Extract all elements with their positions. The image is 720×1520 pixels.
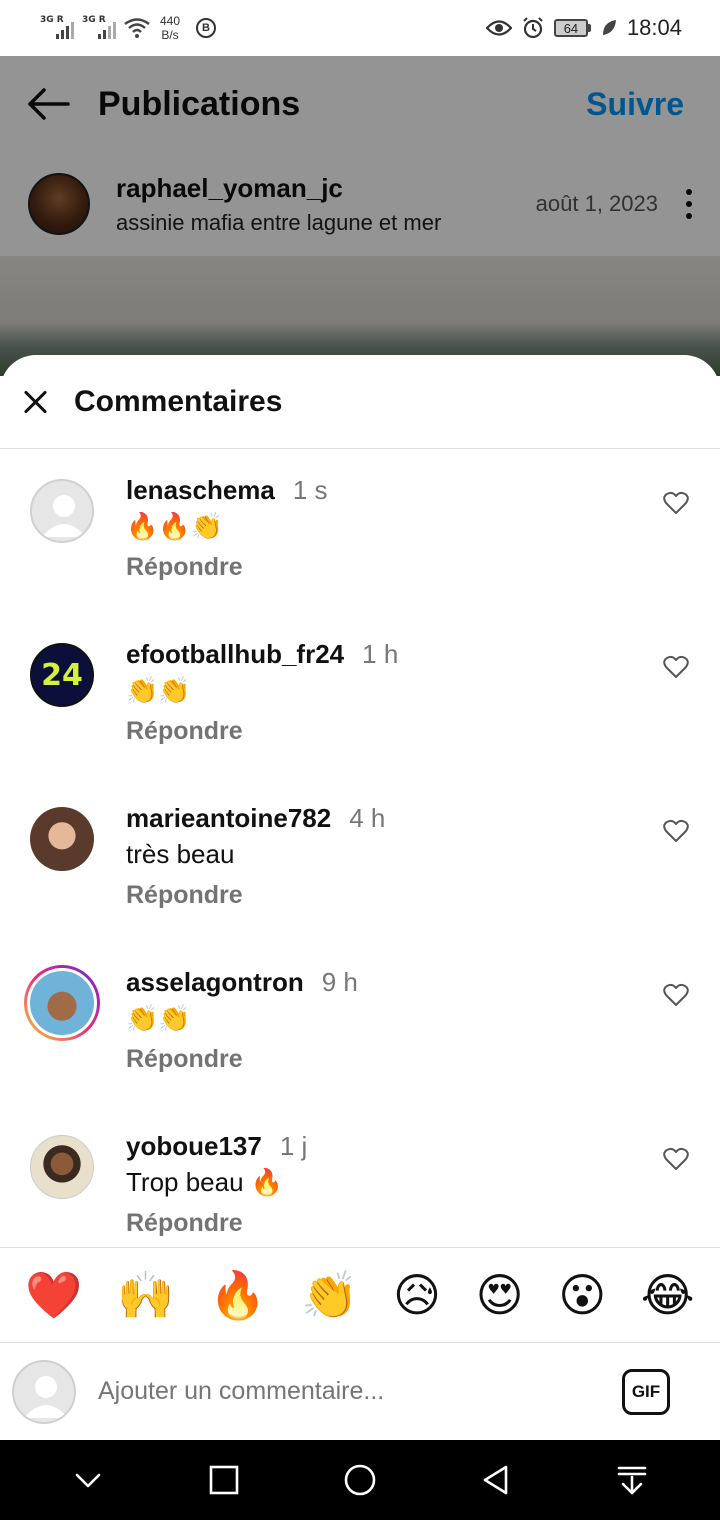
nav-back-icon[interactable] [479, 1463, 513, 1497]
reply-button[interactable]: Répondre [126, 717, 243, 746]
comment-text: Trop beau 🔥 [126, 1167, 284, 1197]
nav-home-icon[interactable] [343, 1463, 377, 1497]
comment-time: 1 h [362, 639, 399, 669]
battery-icon: 64 [553, 19, 591, 37]
heart-outline-icon[interactable] [663, 491, 689, 515]
comment-time: 1 j [279, 1131, 308, 1161]
avatar[interactable] [30, 1135, 94, 1199]
avatar [12, 1359, 76, 1424]
comment-time: 9 h [321, 967, 358, 997]
signal-icon: 3G R [82, 15, 116, 39]
comment-text: 👏👏 [126, 675, 191, 705]
system-nav-bar [0, 1440, 720, 1520]
comment-username[interactable]: lenaschema 1 s [126, 475, 328, 506]
alarm-icon [523, 17, 543, 39]
sheet-header: Commentaires [0, 355, 720, 449]
comment-username[interactable]: marieantoine782 4 h [126, 803, 385, 834]
comment-text: 👏👏 [126, 1003, 191, 1033]
signal-icon: 3G R [40, 15, 74, 39]
emoji-quick-bar: ❤️ 🙌 🔥 👏 😥 😍 😮 😂 [0, 1247, 720, 1343]
leaf-icon [602, 20, 616, 35]
comment-time: 1 s [292, 475, 328, 505]
comment-username[interactable]: efootballhub_fr24 1 h [126, 639, 398, 670]
comment-composer: GIF [0, 1343, 720, 1440]
comment-time: 4 h [349, 803, 386, 833]
heart-outline-icon[interactable] [663, 1147, 689, 1171]
avatar[interactable] [30, 479, 94, 543]
emoji-clap[interactable]: 👏 [301, 1272, 358, 1318]
reply-button[interactable]: Répondre [126, 1209, 243, 1238]
dim-overlay[interactable] [0, 56, 720, 376]
heart-outline-icon[interactable] [663, 983, 689, 1007]
emoji-surprised[interactable]: 😮 [558, 1272, 606, 1318]
emoji-heart-eyes[interactable]: 😍 [476, 1272, 524, 1318]
comments-list[interactable]: lenaschema 1 s 🔥🔥👏 Répondre 24 efootballh… [0, 449, 720, 1247]
comments-sheet: Commentaires lenaschema 1 s 🔥🔥👏 Répondre … [0, 355, 720, 1440]
nav-collapse-icon[interactable] [71, 1463, 105, 1497]
comment-item: lenaschema 1 s 🔥🔥👏 Répondre [0, 449, 720, 613]
reply-button[interactable]: Répondre [126, 1045, 243, 1074]
comment-username[interactable]: asselagontron 9 h [126, 967, 358, 998]
network-type-1: 3G R [40, 15, 64, 25]
emoji-raised-hands[interactable]: 🙌 [117, 1272, 174, 1318]
heart-outline-icon[interactable] [663, 819, 689, 843]
eye-icon [485, 20, 512, 36]
reply-button[interactable]: Répondre [126, 881, 243, 910]
emoji-sad[interactable]: 😥 [393, 1272, 441, 1318]
nav-notifications-icon[interactable] [615, 1463, 649, 1497]
comment-input[interactable] [98, 1377, 622, 1406]
gif-icon[interactable]: GIF [622, 1368, 670, 1415]
avatar[interactable] [30, 807, 94, 871]
heart-outline-icon[interactable] [663, 655, 689, 679]
emoji-heart[interactable]: ❤️ [25, 1272, 82, 1318]
network-speed: 440 B/s [160, 14, 181, 42]
comment-item: yoboue137 1 j Trop beau 🔥 Répondre [0, 1105, 720, 1247]
comment-item: marieantoine782 4 h très beau Répondre [0, 777, 720, 941]
emoji-fire[interactable]: 🔥 [209, 1272, 266, 1318]
close-icon[interactable] [22, 389, 48, 415]
status-bar: 3G R 3G R 440 B/s B 64 18:04 [0, 0, 720, 56]
comment-username[interactable]: yoboue137 1 j [126, 1131, 307, 1162]
sheet-title: Commentaires [74, 384, 283, 418]
emoji-laughing[interactable]: 😂 [641, 1272, 695, 1318]
comment-item: 24 efootballhub_fr24 1 h 👏👏 Répondre [0, 613, 720, 777]
comment-text: 🔥🔥👏 [126, 511, 224, 541]
wifi-icon [124, 18, 150, 38]
comment-item: asselagontron 9 h 👏👏 Répondre [0, 941, 720, 1105]
nav-recents-icon[interactable] [207, 1463, 241, 1497]
clock: 18:04 [626, 15, 682, 40]
avatar[interactable] [24, 965, 100, 1041]
comment-text: très beau [126, 839, 235, 869]
network-type-2: 3G R [82, 15, 106, 25]
avatar[interactable]: 24 [30, 643, 94, 707]
reply-button[interactable]: Répondre [126, 553, 243, 582]
b-badge-icon: B [196, 18, 217, 38]
